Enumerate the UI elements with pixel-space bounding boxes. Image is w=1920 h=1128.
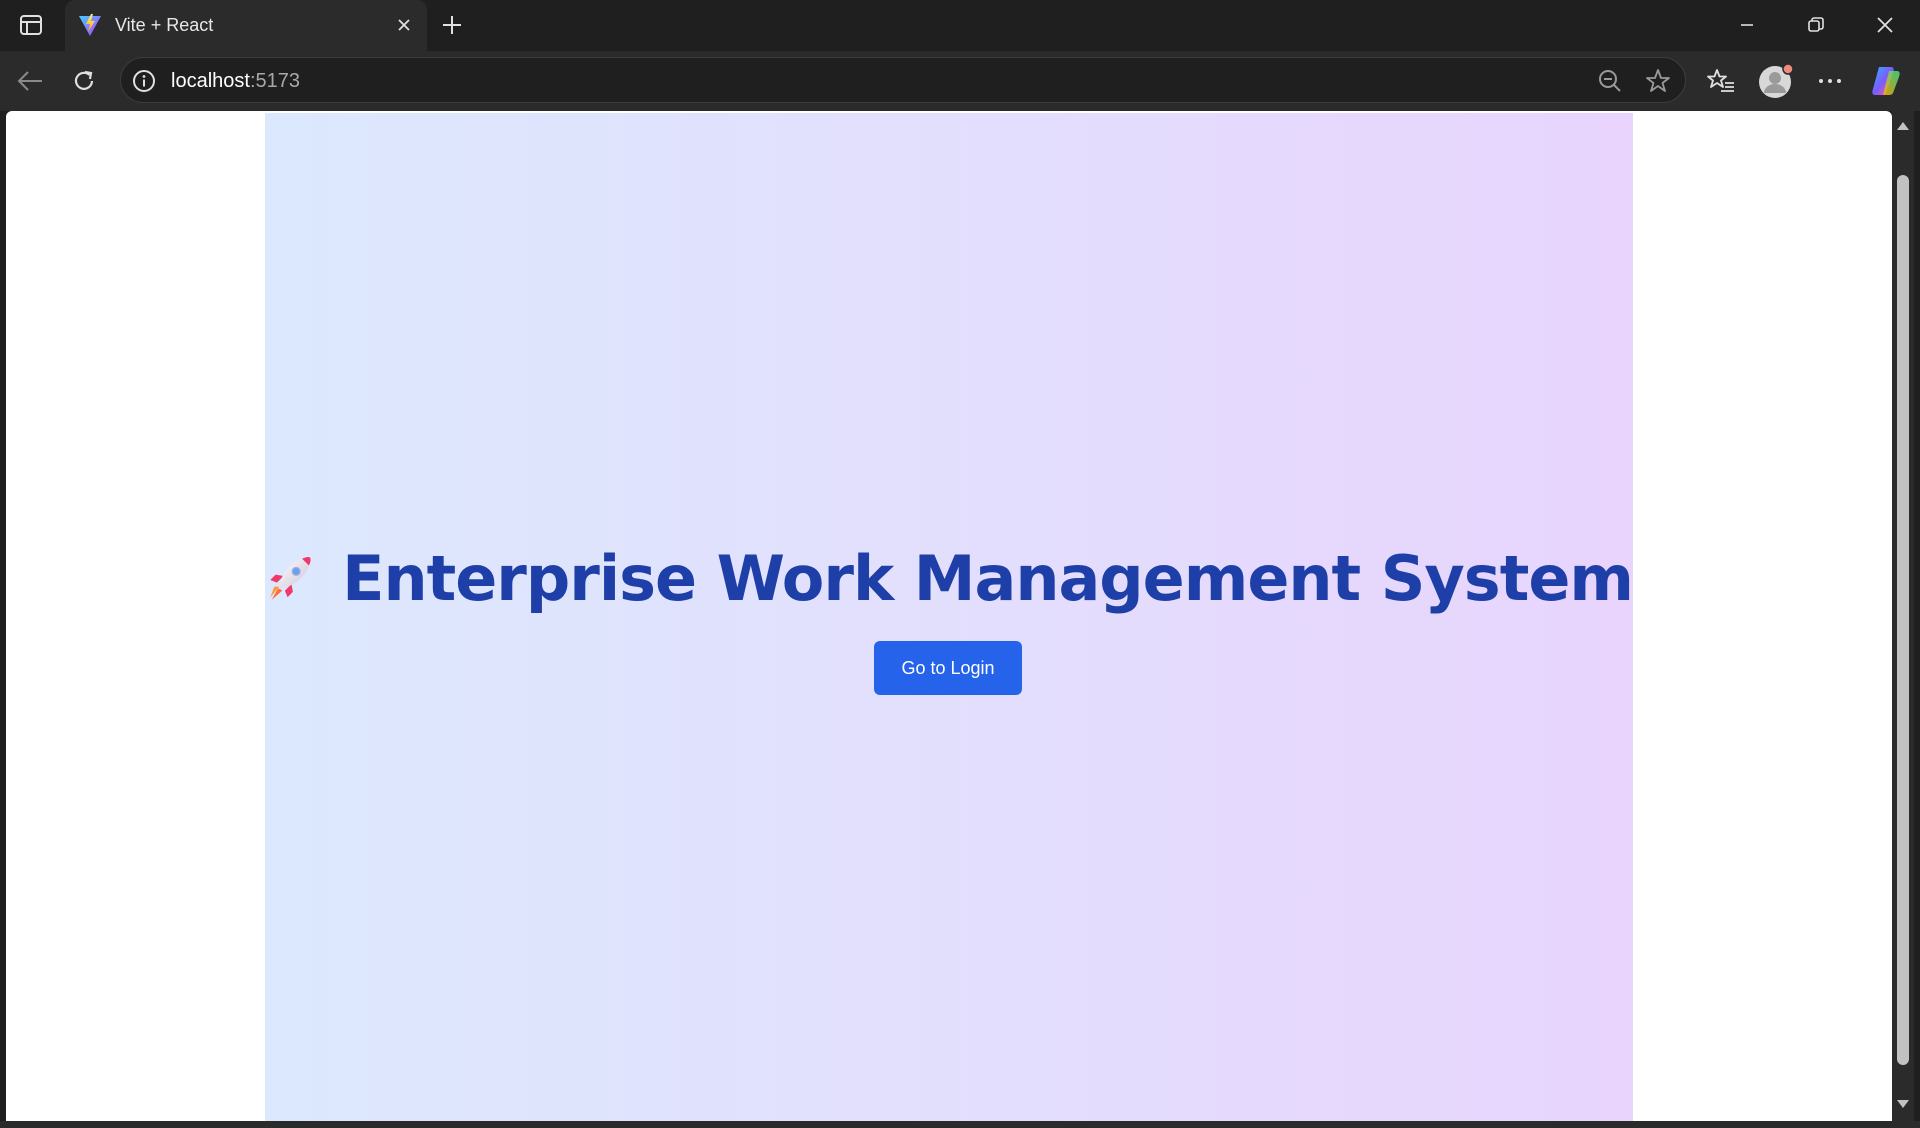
plus-icon (443, 16, 461, 34)
close-icon (1877, 17, 1893, 33)
url-text: localhost:5173 (171, 68, 300, 94)
page-viewport: Enterprise Work Management System Go to … (6, 111, 1892, 1121)
close-icon (398, 19, 410, 31)
scroll-thumb[interactable] (1897, 175, 1909, 1065)
scroll-down-arrow-icon[interactable] (1896, 1097, 1910, 1111)
favorites-button[interactable] (1701, 61, 1741, 101)
title-bar: Vite + React (0, 0, 1920, 51)
close-window-button[interactable] (1862, 8, 1908, 42)
back-arrow-icon (17, 71, 42, 91)
copilot-icon (1872, 67, 1900, 95)
reload-button[interactable] (64, 61, 104, 101)
more-button[interactable] (1810, 61, 1850, 101)
vite-logo-icon (79, 14, 101, 36)
profile-button[interactable] (1756, 61, 1796, 101)
address-bar[interactable]: localhost:5173 (120, 57, 1686, 103)
sidebar-toggle-button[interactable] (14, 12, 48, 38)
more-icon (1819, 79, 1841, 83)
minimize-icon (1741, 24, 1753, 26)
rocket-icon (270, 556, 311, 600)
restore-button[interactable] (1793, 8, 1839, 42)
favorite-button[interactable] (1643, 66, 1673, 96)
tab-title: Vite + React (115, 15, 214, 35)
favorites-icon (1707, 69, 1734, 92)
go-to-login-button[interactable]: Go to Login (874, 641, 1022, 695)
tab-close-button[interactable] (391, 12, 417, 38)
star-icon (1646, 69, 1670, 92)
url-host: localhost (171, 70, 250, 92)
new-tab-button[interactable] (436, 10, 468, 40)
copilot-button[interactable] (1866, 61, 1906, 101)
url-port: :5173 (249, 70, 300, 92)
window-bottom-edge (0, 1121, 1920, 1128)
page-title: Enterprise Work Management System (265, 533, 1634, 623)
scroll-up-arrow-icon[interactable] (1896, 119, 1910, 133)
browser-tab[interactable]: Vite + React (65, 0, 427, 51)
back-button[interactable] (10, 61, 50, 101)
landing-page: Enterprise Work Management System Go to … (265, 113, 1634, 1121)
browser-toolbar: localhost:5173 (0, 51, 1920, 111)
zoom-out-button[interactable] (1595, 66, 1625, 96)
profile-icon (1759, 63, 1794, 98)
reload-icon (74, 70, 94, 90)
minimize-button[interactable] (1724, 8, 1770, 42)
sidebar-icon (20, 15, 42, 35)
zoom-out-icon (1599, 70, 1621, 92)
vertical-scrollbar[interactable] (1892, 111, 1914, 1121)
page-title-text: Enterprise Work Management System (342, 541, 1634, 615)
info-icon[interactable] (131, 68, 157, 94)
restore-icon (1808, 17, 1824, 32)
